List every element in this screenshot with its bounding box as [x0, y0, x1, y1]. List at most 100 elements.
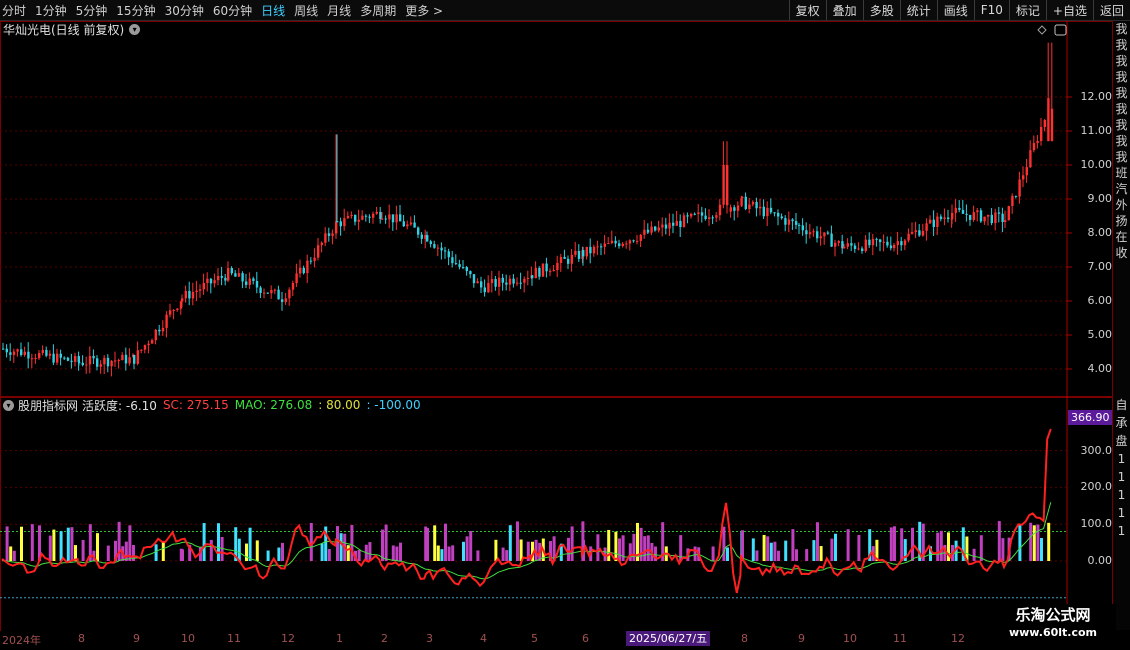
candle-body	[755, 201, 758, 209]
candle-body	[896, 241, 899, 245]
indicator-bar	[570, 526, 574, 561]
candle-body	[929, 219, 932, 224]
candle-body	[462, 267, 465, 269]
candle-body	[784, 218, 787, 225]
chevron-down-icon[interactable]: ▾	[3, 399, 14, 411]
indicator-bar	[426, 527, 429, 561]
candle-body	[603, 243, 606, 247]
candle-body	[577, 250, 581, 259]
candle-body	[465, 267, 468, 272]
watermark-title: 乐淘公式网	[1015, 606, 1091, 624]
candle-body	[339, 221, 342, 227]
candle-body	[1004, 220, 1007, 223]
candle-body	[1050, 108, 1054, 142]
strip-char: 扬	[1115, 214, 1128, 228]
candle-body	[614, 240, 617, 244]
candle-body	[399, 214, 402, 222]
candle-body	[213, 280, 216, 284]
candle-body	[947, 217, 950, 219]
candle-body	[943, 217, 946, 219]
candle-body	[429, 241, 432, 245]
candle-body	[868, 239, 871, 246]
candle-body	[791, 219, 794, 222]
candle-body	[259, 287, 262, 294]
candle-body	[567, 258, 570, 264]
indicator-bar	[395, 546, 399, 561]
candle-body	[997, 212, 1001, 214]
candle-body	[664, 224, 668, 229]
indicator-bar	[711, 546, 715, 561]
candle-body	[541, 263, 545, 277]
indicator-bar	[614, 531, 618, 561]
indicator-bar	[889, 527, 893, 561]
indicator-bar	[494, 539, 498, 561]
candle-body	[103, 357, 106, 365]
candle-body	[718, 204, 722, 216]
candle-body	[317, 245, 320, 258]
candle-body	[209, 278, 213, 284]
price-tick-label: 6.00	[1087, 294, 1113, 307]
candle-body	[773, 212, 776, 214]
candle-body	[729, 207, 732, 212]
candle-body	[320, 242, 323, 246]
candle-body	[483, 287, 486, 293]
date-tick-label: 6	[582, 632, 589, 645]
level-neg100-value: : -100.00	[366, 398, 421, 412]
indicator-bar	[773, 541, 777, 561]
indicator-bar	[248, 527, 252, 561]
candle-body	[549, 271, 552, 273]
side-panel-strip[interactable]: 我我我我我我我我我班汽外扬在收 自承盘11111	[1113, 21, 1130, 630]
candle-body	[570, 254, 573, 264]
strip-char: 我	[1115, 54, 1128, 68]
indicator-bar	[722, 526, 726, 561]
indicator-bar	[217, 523, 220, 561]
date-tick-label: 8	[78, 632, 85, 645]
candle-body	[643, 229, 646, 235]
strip-char: 1	[1117, 470, 1126, 484]
indicator-bar	[972, 548, 976, 561]
indicator-bar	[59, 531, 63, 561]
date-tick-label: 10	[843, 632, 857, 645]
candle-body	[787, 219, 791, 225]
candle-body	[563, 256, 566, 259]
indicator-bar	[777, 550, 780, 561]
candle-body	[951, 212, 954, 219]
sc-value: SC: 275.15	[162, 398, 229, 412]
candle-body	[523, 278, 526, 283]
candle-body	[748, 204, 751, 210]
candle-body	[932, 219, 935, 228]
candle-body	[181, 298, 184, 302]
indicator-header[interactable]: ▾ 股朋指标网 活跃度: -6.10 SC: 275.15 MAO: 276.0…	[3, 398, 427, 413]
candle-body	[766, 207, 769, 217]
candle-body	[654, 226, 657, 231]
indicator-bar	[281, 542, 284, 561]
indicator-name: 股朋指标网	[18, 398, 79, 413]
indicator-bar	[106, 545, 110, 561]
candle-body	[736, 205, 740, 211]
candle-body	[837, 241, 840, 243]
candle-body	[650, 226, 653, 233]
candle-body	[512, 278, 515, 284]
indicator-bar	[628, 543, 632, 561]
indicator-bar	[791, 529, 795, 561]
strip-char: 在	[1115, 230, 1128, 244]
candle-body	[639, 234, 642, 241]
indicator-bar	[751, 538, 755, 561]
candle-body	[846, 243, 849, 247]
date-tick-label: 9	[133, 632, 140, 645]
candle-body	[494, 278, 497, 287]
candle-body	[907, 233, 910, 241]
candle-body	[291, 283, 295, 290]
candle-body	[589, 246, 592, 254]
candle-body	[433, 244, 436, 248]
indicator-bar	[20, 526, 23, 561]
candle-body	[420, 234, 423, 239]
candle-body	[893, 244, 896, 249]
candle-body	[121, 354, 124, 361]
indicator-tick-label: 0.00	[1087, 554, 1113, 567]
candle-body	[559, 256, 563, 263]
chart-canvas[interactable]	[0, 0, 1130, 650]
candle-body	[508, 278, 512, 285]
candle-body	[281, 299, 284, 303]
candle-body	[172, 309, 175, 311]
